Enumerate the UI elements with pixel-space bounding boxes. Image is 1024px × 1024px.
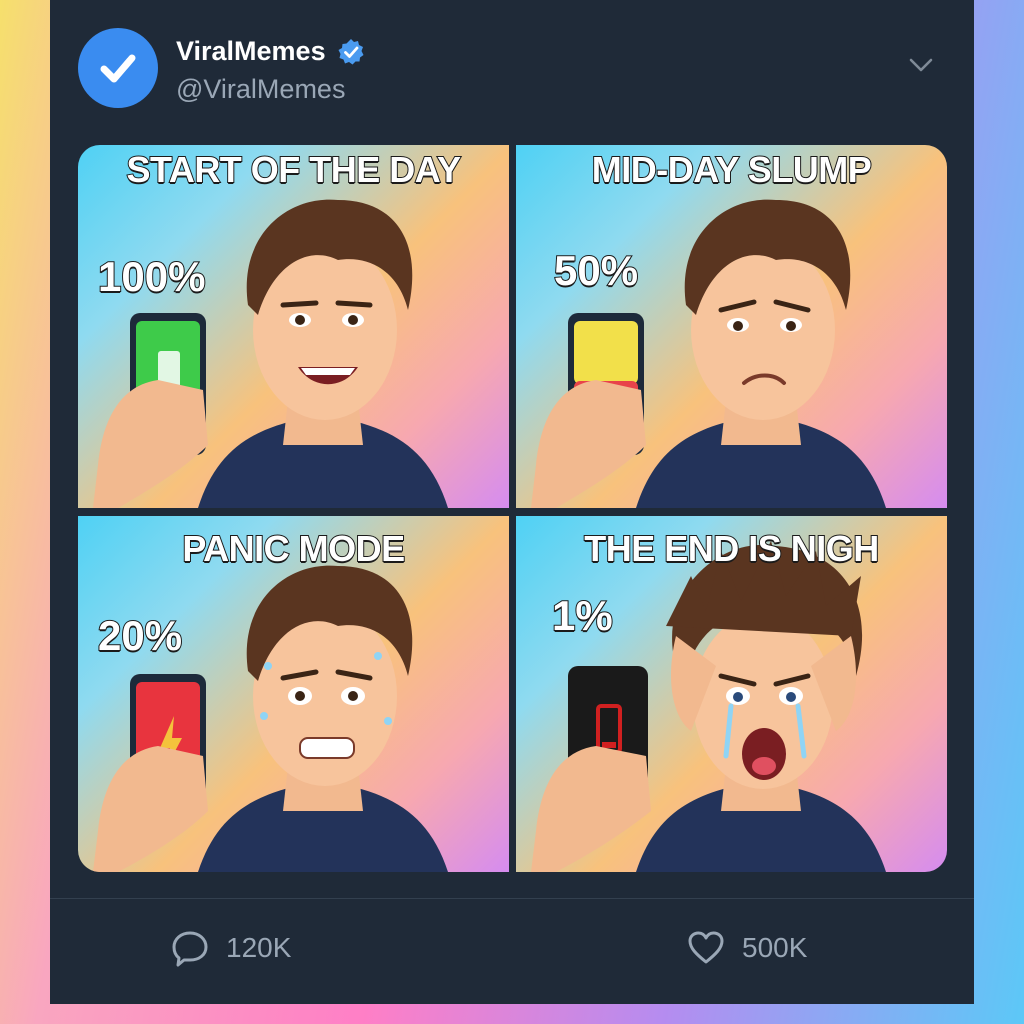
like-button[interactable]: 500K <box>686 928 807 968</box>
like-count: 500K <box>742 932 808 963</box>
meme-panel-2: MID-DAY SLUMP 50% <box>516 145 947 508</box>
reply-count: 120K <box>226 932 292 963</box>
author-name[interactable]: ViralMemes <box>176 36 326 67</box>
author-handle[interactable]: @ViralMemes <box>176 74 345 105</box>
meme-panel-3: PANIC MODE 20% <box>78 516 509 872</box>
battery-percentage: 50% <box>553 246 639 295</box>
checkmark-icon <box>100 54 136 83</box>
divider <box>50 898 974 899</box>
reply-button[interactable]: 120K <box>170 928 291 968</box>
chevron-down-icon[interactable] <box>906 50 936 80</box>
author-name-row: ViralMemes <box>176 36 366 67</box>
comment-icon <box>172 931 208 967</box>
battery-percentage: 1% <box>551 591 614 640</box>
meme-image[interactable]: START OF THE DAY 100% MID-DAY SLUMP 50% … <box>78 145 947 872</box>
panel-caption: MID-DAY SLUMP <box>591 148 873 191</box>
sad-person-illustration <box>531 199 886 508</box>
meme-panel-4: THE END IS NIGH 1% <box>516 516 947 872</box>
avatar[interactable] <box>78 28 158 108</box>
panel-caption: THE END IS NIGH <box>583 527 880 570</box>
post-header: ViralMemes @ViralMemes <box>78 28 946 108</box>
battery-percentage: 100% <box>97 252 206 301</box>
panel-caption: START OF THE DAY <box>125 148 462 191</box>
panel-caption: PANIC MODE <box>181 527 406 570</box>
post-card: ViralMemes @ViralMemes START OF THE DAY … <box>50 0 974 1004</box>
battery-percentage: 20% <box>97 611 183 660</box>
meme-panel-1: START OF THE DAY 100% <box>78 145 509 508</box>
heart-icon <box>688 931 724 964</box>
verified-badge-icon <box>338 38 364 64</box>
happy-person-illustration <box>93 199 448 508</box>
